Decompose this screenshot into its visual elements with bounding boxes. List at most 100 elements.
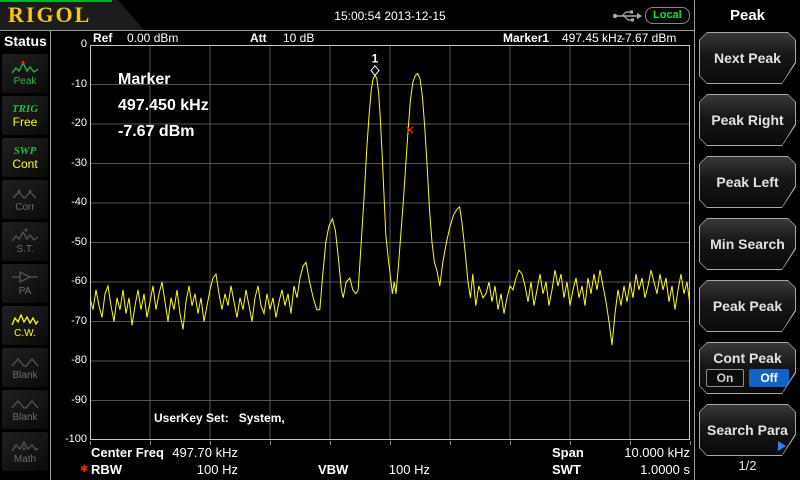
uncal-asterisk: ✱	[80, 464, 88, 475]
status-item-label: C.W.	[14, 328, 36, 339]
local-badge: Local	[645, 7, 690, 24]
rbw-label: RBW	[91, 462, 122, 477]
bottom-bar: Center Freq 497.70 kHz Span 10.000 kHz ✱…	[0, 441, 694, 480]
x-axis-tick	[510, 441, 511, 445]
submenu-arrow-icon	[778, 441, 786, 451]
softkey-label: Peak Right	[711, 112, 783, 128]
y-axis-tick-label: -40	[53, 196, 87, 208]
softkey-label: Next Peak	[714, 50, 781, 66]
status-item-label: Peak	[14, 76, 37, 87]
y-axis-tick-label: -20	[53, 117, 87, 129]
peak-right-button[interactable]: Peak Right	[699, 94, 796, 146]
blank-wave-icon	[11, 396, 39, 411]
peak-peak-button[interactable]: Peak Peak	[699, 280, 796, 332]
ref-level-value: 0.00 dBm	[127, 31, 178, 45]
plot-area: 1 Marker 497.450 kHz -7.67 dBm UserKey S…	[90, 45, 690, 440]
marker1-amplitude: -7.67 dBm	[621, 31, 676, 45]
y-axis-tick-label: -30	[53, 157, 87, 169]
marker-readout-amplitude: -7.67 dBm	[118, 123, 209, 141]
attenuation-label: Att	[250, 31, 267, 45]
status-list: Peak TRIG Free SWP Cont Corr	[2, 54, 48, 474]
softkey-label: Peak Peak	[713, 298, 782, 314]
sweep-value-label: Cont	[12, 158, 37, 171]
min-search-button[interactable]: Min Search	[699, 218, 796, 270]
usb-icon	[612, 9, 644, 23]
cont-peak-button[interactable]: Cont Peak On Off	[699, 342, 796, 394]
marker-readout-title: Marker	[118, 71, 209, 89]
x-axis-tick	[690, 441, 691, 445]
softkey-list: Next Peak Peak Right Peak Left Min Searc…	[699, 32, 796, 466]
attenuation-value: 10 dB	[283, 31, 314, 45]
st-wave-icon	[11, 228, 39, 243]
rbw-value: 100 Hz	[150, 462, 238, 477]
corr-wave-icon	[11, 186, 39, 201]
y-axis-tick-label: -80	[53, 354, 87, 366]
softkey-label: Search Para	[707, 422, 788, 438]
sweep-mode-label: SWP	[14, 145, 37, 157]
status-item-label: S.T.	[16, 244, 33, 255]
x-axis-tick	[330, 441, 331, 445]
y-axis-labels: 0-10-20-30-40-50-60-70-80-90-100	[51, 30, 89, 460]
menu-page-indicator: 1/2	[695, 458, 800, 473]
status-item-label: Corr	[15, 202, 34, 213]
trigger-mode-label: TRIG	[12, 103, 38, 115]
status-item-trigger: TRIG Free	[2, 96, 48, 135]
ref-level-label: Ref	[93, 31, 112, 45]
userkey-message: UserKey Set: System,	[154, 411, 285, 425]
status-item-blank1: Blank	[2, 348, 48, 387]
y-axis-tick-label: -50	[53, 236, 87, 248]
rigol-logo: RIGOL	[8, 2, 91, 28]
status-item-sweep: SWP Cont	[2, 138, 48, 177]
cw-wave-icon	[11, 312, 39, 327]
swt-label: SWT	[552, 462, 581, 477]
cont-peak-toggle: On Off	[706, 369, 789, 387]
status-item-label: Blank	[12, 412, 37, 423]
y-axis-tick-label: -10	[53, 78, 87, 90]
spectrum-analyzer-screen: RIGOL 15:00:54 2013-12-15 Local Status P…	[0, 0, 800, 480]
timestamp: 15:00:54 2013-12-15	[320, 9, 460, 23]
preamp-icon	[11, 270, 39, 285]
rigol-logo-block: RIGOL	[0, 0, 150, 30]
y-axis-tick-label: -70	[53, 315, 87, 327]
softkey-label: Peak Left	[716, 174, 778, 190]
marker-readout-frequency: 497.450 kHz	[118, 97, 209, 115]
status-item-st: S.T.	[2, 222, 48, 261]
top-bar: RIGOL 15:00:54 2013-12-15 Local	[0, 0, 694, 31]
next-peak-button[interactable]: Next Peak	[699, 32, 796, 84]
y-axis-tick-label: -90	[53, 394, 87, 406]
status-item-corr: Corr	[2, 180, 48, 219]
softkey-menu: Peak Next Peak Peak Right Peak Left Min …	[695, 0, 800, 480]
cont-peak-off-option[interactable]: Off	[749, 369, 789, 387]
softkey-label: Min Search	[710, 236, 785, 252]
x-axis-tick	[390, 441, 391, 445]
marker1-number-label: 1	[372, 51, 379, 65]
marker1-diamond-icon	[371, 66, 379, 76]
peak-left-button[interactable]: Peak Left	[699, 156, 796, 208]
swt-value: 1.0000 s	[598, 462, 690, 477]
vbw-value: 100 Hz	[342, 462, 430, 477]
peak-wave-icon	[11, 60, 39, 75]
status-item-peak: Peak	[2, 54, 48, 93]
span-label: Span	[552, 445, 584, 460]
status-panel: Status Peak TRIG Free SWP Cont	[0, 31, 50, 480]
x-axis-tick	[450, 441, 451, 445]
softkey-label: Cont Peak	[713, 350, 781, 366]
status-item-pa: PA	[2, 264, 48, 303]
y-axis-tick-label: -60	[53, 275, 87, 287]
center-freq-value: 497.70 kHz	[150, 445, 238, 460]
marker-readout: Marker 497.450 kHz -7.67 dBm	[118, 71, 209, 149]
cont-peak-on-option[interactable]: On	[706, 369, 744, 387]
top-info-row: Ref 0.00 dBm Att 10 dB Marker1 497.45 kH…	[0, 31, 694, 45]
status-item-label: PA	[19, 286, 32, 297]
status-item-cw: C.W.	[2, 306, 48, 345]
marker1-label: Marker1	[503, 31, 549, 45]
search-para-button[interactable]: Search Para	[699, 404, 796, 456]
marker1-frequency: 497.45 kHz	[562, 31, 623, 45]
menu-title: Peak	[695, 7, 800, 24]
trigger-value-label: Free	[13, 116, 38, 129]
span-value: 10.000 kHz	[598, 445, 690, 460]
x-axis-tick	[270, 441, 271, 445]
status-item-label: Blank	[12, 370, 37, 381]
status-item-blank2: Blank	[2, 390, 48, 429]
blank-wave-icon	[11, 354, 39, 369]
